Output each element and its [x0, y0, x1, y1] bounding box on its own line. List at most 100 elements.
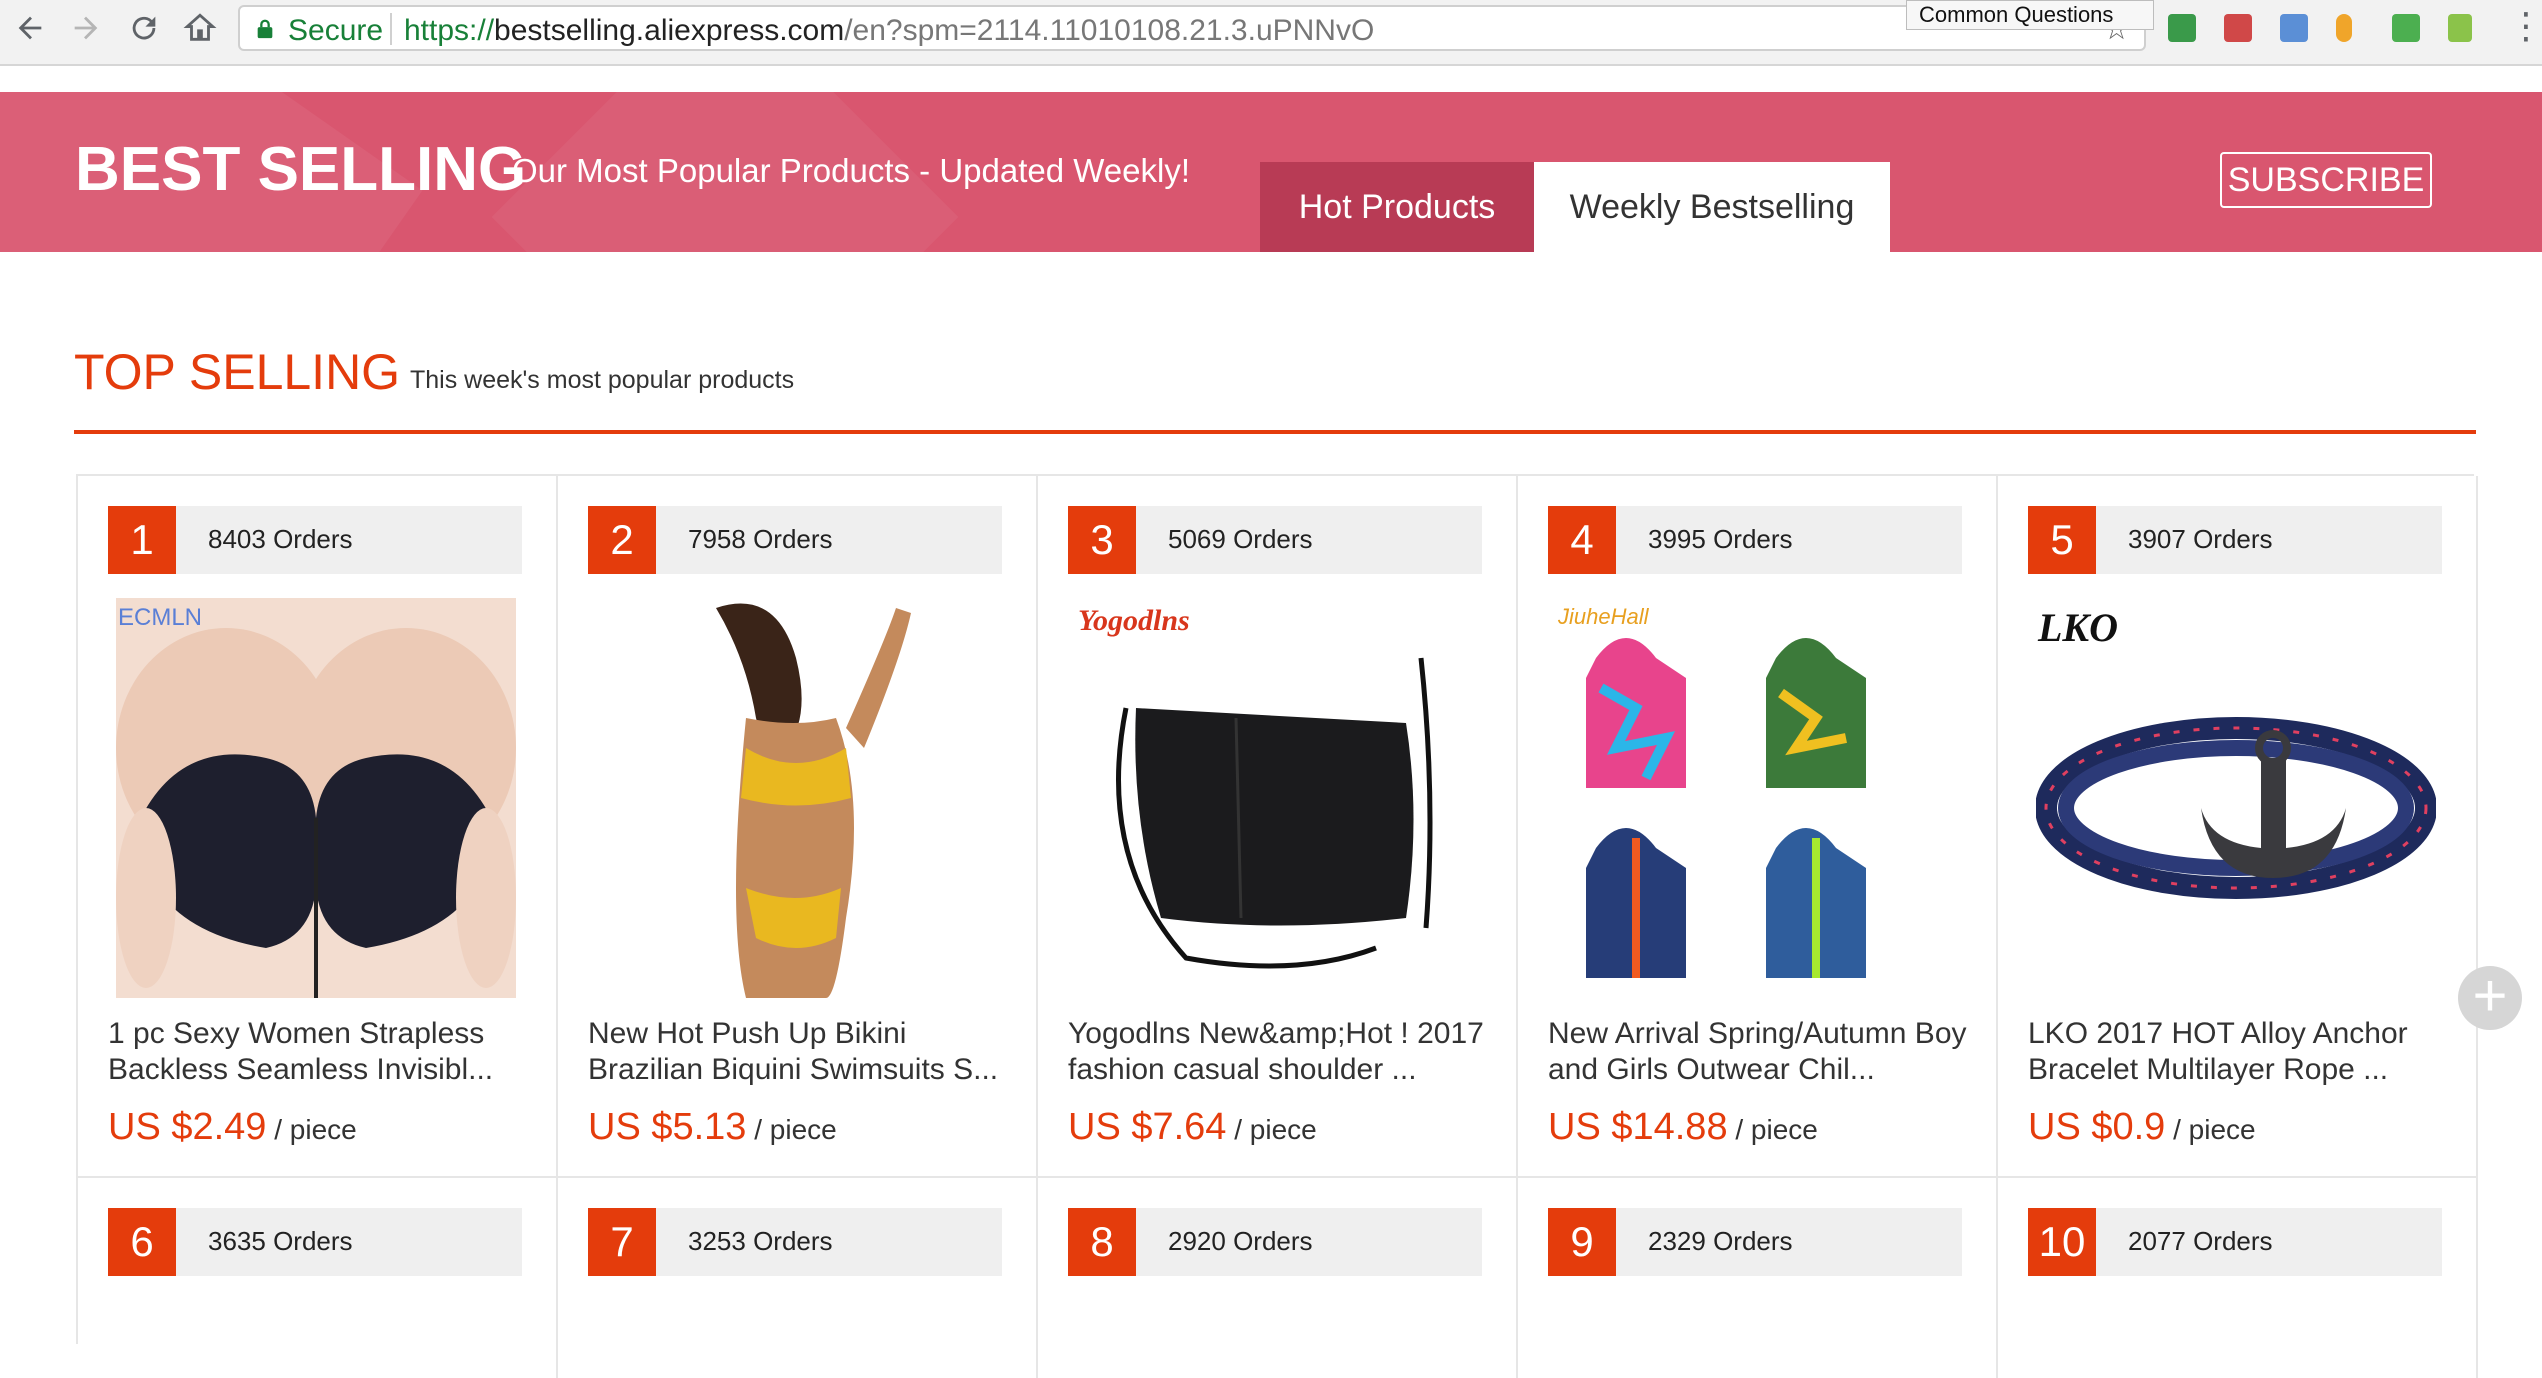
- rank-bar: 8 2920 Orders: [1068, 1208, 1482, 1276]
- best-selling-banner: BEST SELLING Our Most Popular Products -…: [0, 92, 2542, 252]
- rank-bar: 9 2329 Orders: [1548, 1208, 1962, 1276]
- product-image[interactable]: JiuheHall: [1556, 598, 1956, 998]
- subscribe-button[interactable]: SUBSCRIBE: [2220, 152, 2432, 208]
- section-divider: [74, 430, 2476, 434]
- order-count: 7958 Orders: [688, 524, 833, 554]
- brand-logo: LKO: [2038, 605, 2118, 650]
- browser-toolbar: Secure https://bestselling.aliexpress.co…: [0, 0, 2542, 66]
- tooltip: Common Questions: [1906, 0, 2154, 30]
- banner-title: BEST SELLING: [75, 135, 527, 204]
- product-card[interactable]: 9 2329 Orders: [1518, 1178, 1998, 1378]
- product-card[interactable]: 2 7958 Orders New Hot Push Up Bikini Bra…: [558, 476, 1038, 1178]
- product-title[interactable]: Yogodlns New&amp;Hot ! 2017 fashion casu…: [1068, 1016, 1498, 1088]
- product-card[interactable]: 3 5069 Orders Yogodlns Yogodlns New&amp;…: [1038, 476, 1518, 1178]
- order-count: 3907 Orders: [2128, 524, 2273, 554]
- product-title-line: New Hot Push Up Bikini: [588, 1017, 907, 1050]
- product-title[interactable]: 1 pc Sexy Women Strapless Backless Seaml…: [108, 1016, 538, 1088]
- product-card[interactable]: 7 3253 Orders: [558, 1178, 1038, 1378]
- tab-weekly-bestselling[interactable]: Weekly Bestselling: [1534, 162, 1890, 252]
- rank-bar: 5 3907 Orders: [2028, 506, 2442, 574]
- price-line: US $0.9 / piece: [2028, 1106, 2256, 1149]
- back-arrow-icon[interactable]: [10, 8, 50, 48]
- lock-icon: [257, 19, 273, 39]
- product-image[interactable]: [596, 598, 996, 998]
- product-card[interactable]: 10 2077 Orders: [1998, 1178, 2478, 1378]
- extension-icon[interactable]: [2280, 14, 2308, 42]
- product-title-line: Brazilian Biquini Swimsuits S...: [588, 1053, 999, 1086]
- rank-badge: 6: [108, 1208, 176, 1276]
- extension-icon[interactable]: [2168, 14, 2196, 42]
- product-title[interactable]: New Hot Push Up Bikini Brazilian Biquini…: [588, 1016, 1018, 1088]
- product-price: US $5.13: [588, 1106, 747, 1148]
- rank-bar: 1 8403 Orders: [108, 506, 522, 574]
- order-count: 2329 Orders: [1648, 1226, 1793, 1256]
- product-title-line: Yogodlns New&amp;Hot ! 2017: [1068, 1017, 1484, 1050]
- url-path: /en?spm=2114.11010108.21.3.uPNNvO: [844, 14, 1375, 47]
- add-plus-icon[interactable]: +: [2458, 966, 2522, 1030]
- omnibox-divider: [390, 13, 392, 45]
- product-price: US $7.64: [1068, 1106, 1227, 1148]
- product-title-line: Backless Seamless Invisibl...: [108, 1053, 494, 1086]
- rank-badge: 2: [588, 506, 656, 574]
- price-line: US $7.64 / piece: [1068, 1106, 1317, 1149]
- url-text[interactable]: https://bestselling.aliexpress.com/en?sp…: [404, 14, 1374, 48]
- extension-icon[interactable]: [2392, 14, 2420, 42]
- extension-icon[interactable]: [2224, 14, 2252, 42]
- brand-logo: Yogodlns: [1078, 604, 1190, 637]
- rank-badge: 4: [1548, 506, 1616, 574]
- order-count: 2077 Orders: [2128, 1226, 2273, 1256]
- product-image[interactable]: LKO: [2036, 598, 2436, 998]
- price-line: US $2.49 / piece: [108, 1106, 357, 1149]
- rank-bar: 10 2077 Orders: [2028, 1208, 2442, 1276]
- product-image[interactable]: ECMLN: [116, 598, 516, 998]
- url-host: bestselling.aliexpress.com: [494, 14, 845, 47]
- menu-dots-icon[interactable]: ⋮: [2508, 6, 2542, 46]
- product-image[interactable]: Yogodlns: [1076, 598, 1476, 998]
- product-card[interactable]: 6 3635 Orders: [78, 1178, 558, 1378]
- product-card[interactable]: 5 3907 Orders LKO LKO 2017 HOT Alloy Anc…: [1998, 476, 2478, 1178]
- rank-badge: 7: [588, 1208, 656, 1276]
- rank-bar: 4 3995 Orders: [1548, 506, 1962, 574]
- order-count: 5069 Orders: [1168, 524, 1313, 554]
- product-price: US $2.49: [108, 1106, 267, 1148]
- product-card[interactable]: 4 3995 Orders JiuheHall New Arrival Spri…: [1518, 476, 1998, 1178]
- url-scheme: https://: [404, 14, 495, 47]
- brand-logo: ECMLN: [118, 604, 203, 631]
- rank-badge: 10: [2028, 1208, 2096, 1276]
- product-title-line: and Girls Outwear Chil...: [1548, 1053, 1875, 1086]
- product-title-line: New Arrival Spring/Autumn Boy: [1548, 1017, 1967, 1050]
- price-unit: / piece: [1735, 1114, 1818, 1145]
- order-count: 2920 Orders: [1168, 1226, 1313, 1256]
- product-title[interactable]: New Arrival Spring/Autumn Boy and Girls …: [1548, 1016, 1978, 1088]
- rank-bar: 3 5069 Orders: [1068, 506, 1482, 574]
- secure-label: Secure: [288, 14, 384, 47]
- product-card[interactable]: 1 8403 Orders ECMLN 1 pc Sexy Women Stra…: [78, 476, 558, 1178]
- reload-icon[interactable]: [124, 8, 164, 48]
- rank-badge: 5: [2028, 506, 2096, 574]
- product-grid: 1 8403 Orders ECMLN 1 pc Sexy Women Stra…: [76, 474, 2478, 1378]
- product-title-line: Bracelet Multilayer Rope ...: [2028, 1053, 2389, 1086]
- section-title: TOP SELLING: [74, 344, 401, 400]
- order-count: 8403 Orders: [208, 524, 353, 554]
- brand-logo: JiuheHall: [1558, 604, 1649, 629]
- tab-hot-products[interactable]: Hot Products: [1260, 162, 1534, 252]
- rank-badge: 1: [108, 506, 176, 574]
- rank-badge: 8: [1068, 1208, 1136, 1276]
- product-title-line: 1 pc Sexy Women Strapless: [108, 1017, 485, 1050]
- product-title[interactable]: LKO 2017 HOT Alloy Anchor Bracelet Multi…: [2028, 1016, 2458, 1088]
- home-icon[interactable]: [180, 8, 220, 48]
- rank-badge: 9: [1548, 1208, 1616, 1276]
- price-line: US $5.13 / piece: [588, 1106, 837, 1149]
- product-card[interactable]: 8 2920 Orders: [1038, 1178, 1518, 1378]
- address-bar[interactable]: Secure https://bestselling.aliexpress.co…: [238, 5, 2146, 51]
- price-line: US $14.88 / piece: [1548, 1106, 1818, 1149]
- banner-subtitle: Our Most Popular Products - Updated Week…: [512, 152, 1191, 189]
- product-title-line: LKO 2017 HOT Alloy Anchor: [2028, 1017, 2408, 1050]
- order-count: 3635 Orders: [208, 1226, 353, 1256]
- product-price: US $0.9: [2028, 1106, 2166, 1148]
- extension-icon[interactable]: [2336, 14, 2352, 42]
- price-unit: / piece: [1234, 1114, 1317, 1145]
- order-count: 3995 Orders: [1648, 524, 1793, 554]
- audio-extension-icon[interactable]: [2448, 14, 2472, 42]
- forward-arrow-icon[interactable]: [66, 8, 106, 48]
